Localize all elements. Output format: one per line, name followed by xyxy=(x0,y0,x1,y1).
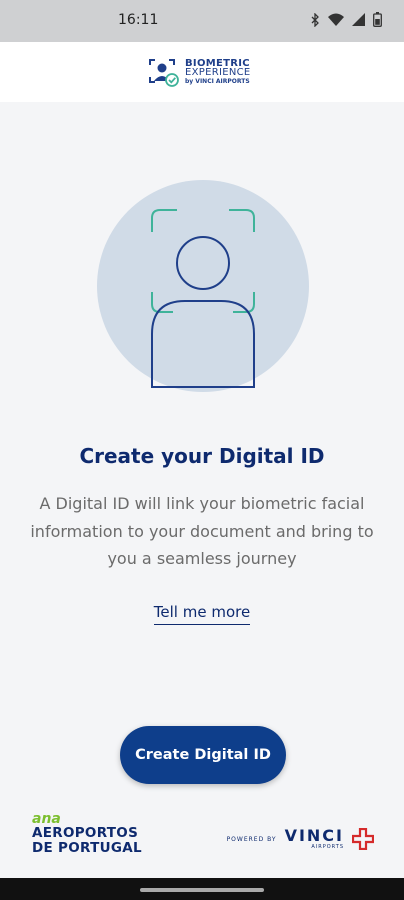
battery-icon xyxy=(373,12,382,27)
tell-me-more-link[interactable]: Tell me more xyxy=(153,603,251,625)
vinci-sub: AIRPORTS xyxy=(311,844,344,850)
ana-line-2: DE PORTUGAL xyxy=(32,840,142,856)
ana-mark: ana xyxy=(32,811,61,827)
status-bar: 16:11 xyxy=(0,0,404,42)
powered-by-label: POWERED BY xyxy=(226,835,277,843)
app-header: BIOMETRIC EXPERIENCE by VINCI AIRPORTS xyxy=(0,42,404,102)
home-gesture-handle[interactable] xyxy=(140,888,264,892)
page-description: A Digital ID will link your biometric fa… xyxy=(30,494,374,568)
wifi-icon xyxy=(328,13,344,26)
status-time: 16:11 xyxy=(118,12,159,28)
brand-line-2: EXPERIENCE xyxy=(185,66,251,78)
status-icons xyxy=(310,12,382,27)
vinci-cross-icon xyxy=(352,828,374,850)
ana-line-1: AEROPORTOS xyxy=(32,825,139,841)
face-scan-illustration xyxy=(97,180,309,392)
brand-line-3: by VINCI AIRPORTS xyxy=(185,77,250,85)
system-navigation-bar xyxy=(0,878,404,900)
brand-logo: BIOMETRIC EXPERIENCE by VINCI AIRPORTS xyxy=(148,57,251,87)
create-digital-id-button[interactable]: Create Digital ID xyxy=(120,726,286,784)
ana-logo: ana AEROPORTOS DE PORTUGAL xyxy=(32,812,142,856)
page-title: Create your Digital ID xyxy=(79,444,325,468)
face-scan-logo-icon xyxy=(149,59,179,87)
vinci-name: VINCI xyxy=(284,826,344,845)
signal-icon xyxy=(352,13,365,26)
tell-me-more-link-wrapper: Tell me more xyxy=(0,602,404,625)
vinci-logo: POWERED BY VINCI AIRPORTS xyxy=(227,828,374,850)
bluetooth-icon xyxy=(311,12,319,27)
